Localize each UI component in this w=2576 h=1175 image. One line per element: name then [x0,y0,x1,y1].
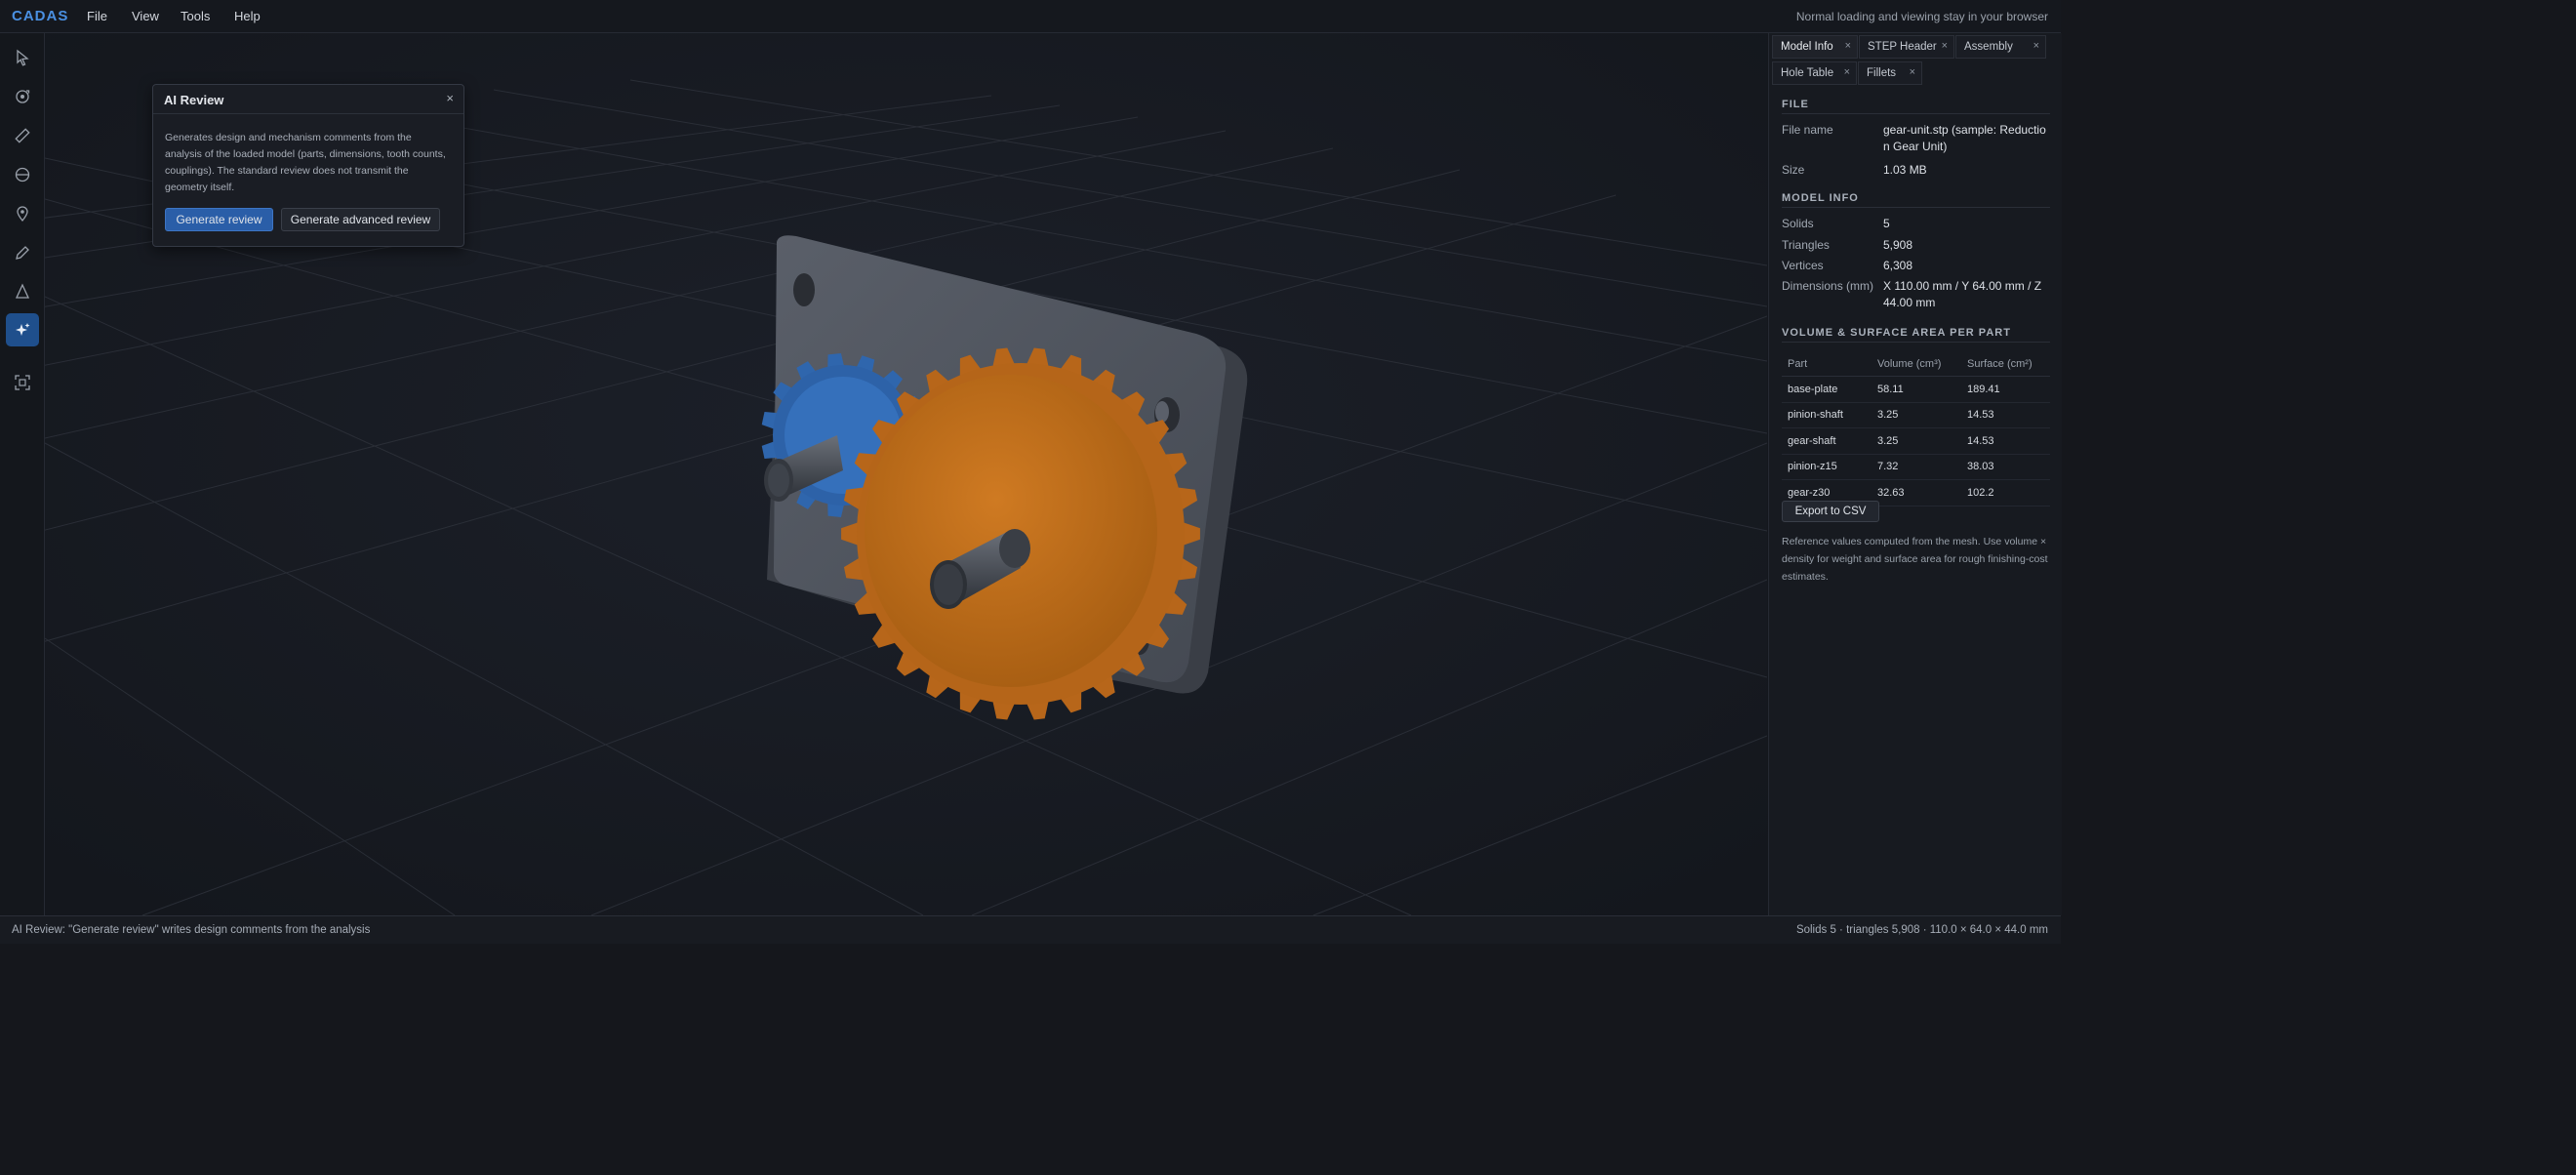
part-volume: 7.32 [1872,454,1961,480]
part-surface: 102.2 [1961,479,2050,506]
app-logo: CADAS [12,8,69,24]
ruler-icon [15,128,30,143]
part-name: pinion-shaft [1782,402,1872,428]
tab-close-icon[interactable]: × [1942,40,1948,52]
table-row[interactable]: gear-shaft 3.25 14.53 [1782,427,2050,455]
part-surface: 38.03 [1961,454,2050,480]
tab-label: STEP Header [1868,41,1937,53]
export-csv-button[interactable]: Export to CSV [1782,501,1879,522]
table-header-row: Part Volume (cm³) Surface (cm²) [1782,352,2050,377]
menu-help[interactable]: Help [234,9,261,23]
pen-icon [16,246,29,260]
reference-note: Reference values computed from the mesh.… [1782,536,2048,583]
generate-advanced-review-button[interactable]: Generate advanced review [281,208,440,231]
file-name-value: gear-unit.stp (sample: Reduction Gear Un… [1883,123,2046,153]
ai-sparkle-icon [16,323,30,336]
angle-tool-button[interactable] [6,275,39,308]
file-name-label: File name [1782,123,1833,137]
tab-close-icon[interactable]: × [1845,40,1851,52]
tab-label: Fillets [1867,67,1897,79]
menu-tools[interactable]: Tools [181,9,210,23]
col-volume-header: Volume (cm³) [1872,352,1961,377]
properties-panel: Model Info × STEP Header × Assembly × Ho… [1768,33,2062,915]
file-size-label: Size [1782,163,1805,177]
tab-label: Hole Table [1781,67,1834,79]
part-surface: 189.41 [1961,376,2050,403]
generate-review-button[interactable]: Generate review [165,208,273,231]
part-volume: 3.25 [1872,402,1961,428]
pin-icon [17,206,28,223]
select-icon [17,49,29,66]
orbit-tool-button[interactable] [6,80,39,113]
ai-review-description: Generates design and mechanism comments … [165,132,446,193]
tab-step-header[interactable]: STEP Header × [1859,35,1954,59]
3d-viewport[interactable]: AI Review × Generates design and mechani… [45,33,1767,915]
menu-file[interactable]: File [87,9,107,23]
orbit-icon [16,90,30,103]
part-name: gear-shaft [1782,427,1872,455]
sketch-tool-button[interactable] [6,236,39,269]
part-name: pinion-z15 [1782,454,1872,480]
fit-view-tool-button[interactable] [6,366,39,399]
section-divider [1782,207,2050,208]
model-summary: Solids 5 · triangles 5,908 · 110.0 × 64.… [1795,924,2048,936]
section-divider [1782,342,2050,343]
angle-icon [15,283,30,299]
part-volume: 58.11 [1872,376,1961,403]
menu-view[interactable]: View [132,9,159,23]
section-divider [1782,113,2050,114]
dimensions-label: Dimensions (mm) [1782,279,1874,293]
menubar: CADAS File View Tools Help Normal loadin… [0,0,2061,33]
dimensions-value: X 110.00 mm / Y 64.00 mm / Z 44.00 mm [1883,279,2042,309]
ai-review-dialog: AI Review × Generates design and mechani… [152,84,464,247]
section-tool-button[interactable] [6,158,39,191]
part-volume: 32.63 [1872,479,1961,506]
tab-close-icon[interactable]: × [1910,66,1915,78]
solids-label: Solids [1782,217,1814,230]
file-section-heading: FILE [1782,99,1809,110]
fit-view-icon [15,375,30,390]
left-toolbar [0,33,45,915]
triangles-value: 5,908 [1883,238,1913,252]
status-bar: AI Review: "Generate review" writes desi… [0,915,2061,944]
solids-value: 5 [1883,217,1890,230]
dialog-divider [153,113,463,114]
privacy-note: Normal loading and viewing stay in your … [1795,10,2048,23]
tab-close-icon[interactable]: × [2033,40,2039,52]
part-surface: 14.53 [1961,402,2050,428]
app-window: CADAS File View Tools Help Normal loadin… [0,0,2062,944]
ai-review-title: AI Review [164,93,224,107]
table-row[interactable]: base-plate 58.11 189.41 [1782,376,2050,403]
vertices-label: Vertices [1782,259,1824,272]
col-surface-header: Surface (cm²) [1961,352,2050,377]
tab-model-info[interactable]: Model Info × [1772,35,1858,59]
tab-assembly[interactable]: Assembly × [1955,35,2046,59]
ai-review-tool-button[interactable] [6,313,39,346]
table-row[interactable]: pinion-shaft 3.25 14.53 [1782,402,2050,428]
vertices-value: 6,308 [1883,259,1913,272]
tab-label: Assembly [1964,41,2013,53]
close-icon[interactable]: × [446,91,454,105]
model-info-heading: MODEL INFO [1782,192,1859,204]
tab-close-icon[interactable]: × [1844,66,1850,78]
status-message: AI Review: "Generate review" writes desi… [12,924,371,936]
tab-fillets[interactable]: Fillets × [1858,61,1922,85]
measure-tool-button[interactable] [6,119,39,152]
section-icon [15,167,30,182]
col-part-header: Part [1782,352,1872,377]
parts-table: Part Volume (cm³) Surface (cm²) base-pla… [1782,352,2050,506]
tab-label: Model Info [1781,41,1833,53]
volume-surface-heading: VOLUME & SURFACE AREA PER PART [1782,327,2011,339]
part-name: base-plate [1782,376,1872,403]
tab-hole-table[interactable]: Hole Table × [1772,61,1857,85]
select-tool-button[interactable] [6,41,39,74]
part-volume: 3.25 [1872,427,1961,455]
annotate-tool-button[interactable] [6,197,39,230]
triangles-label: Triangles [1782,238,1830,252]
file-size-value: 1.03 MB [1883,163,1927,177]
table-row[interactable]: pinion-z15 7.32 38.03 [1782,454,2050,480]
part-surface: 14.53 [1961,427,2050,455]
